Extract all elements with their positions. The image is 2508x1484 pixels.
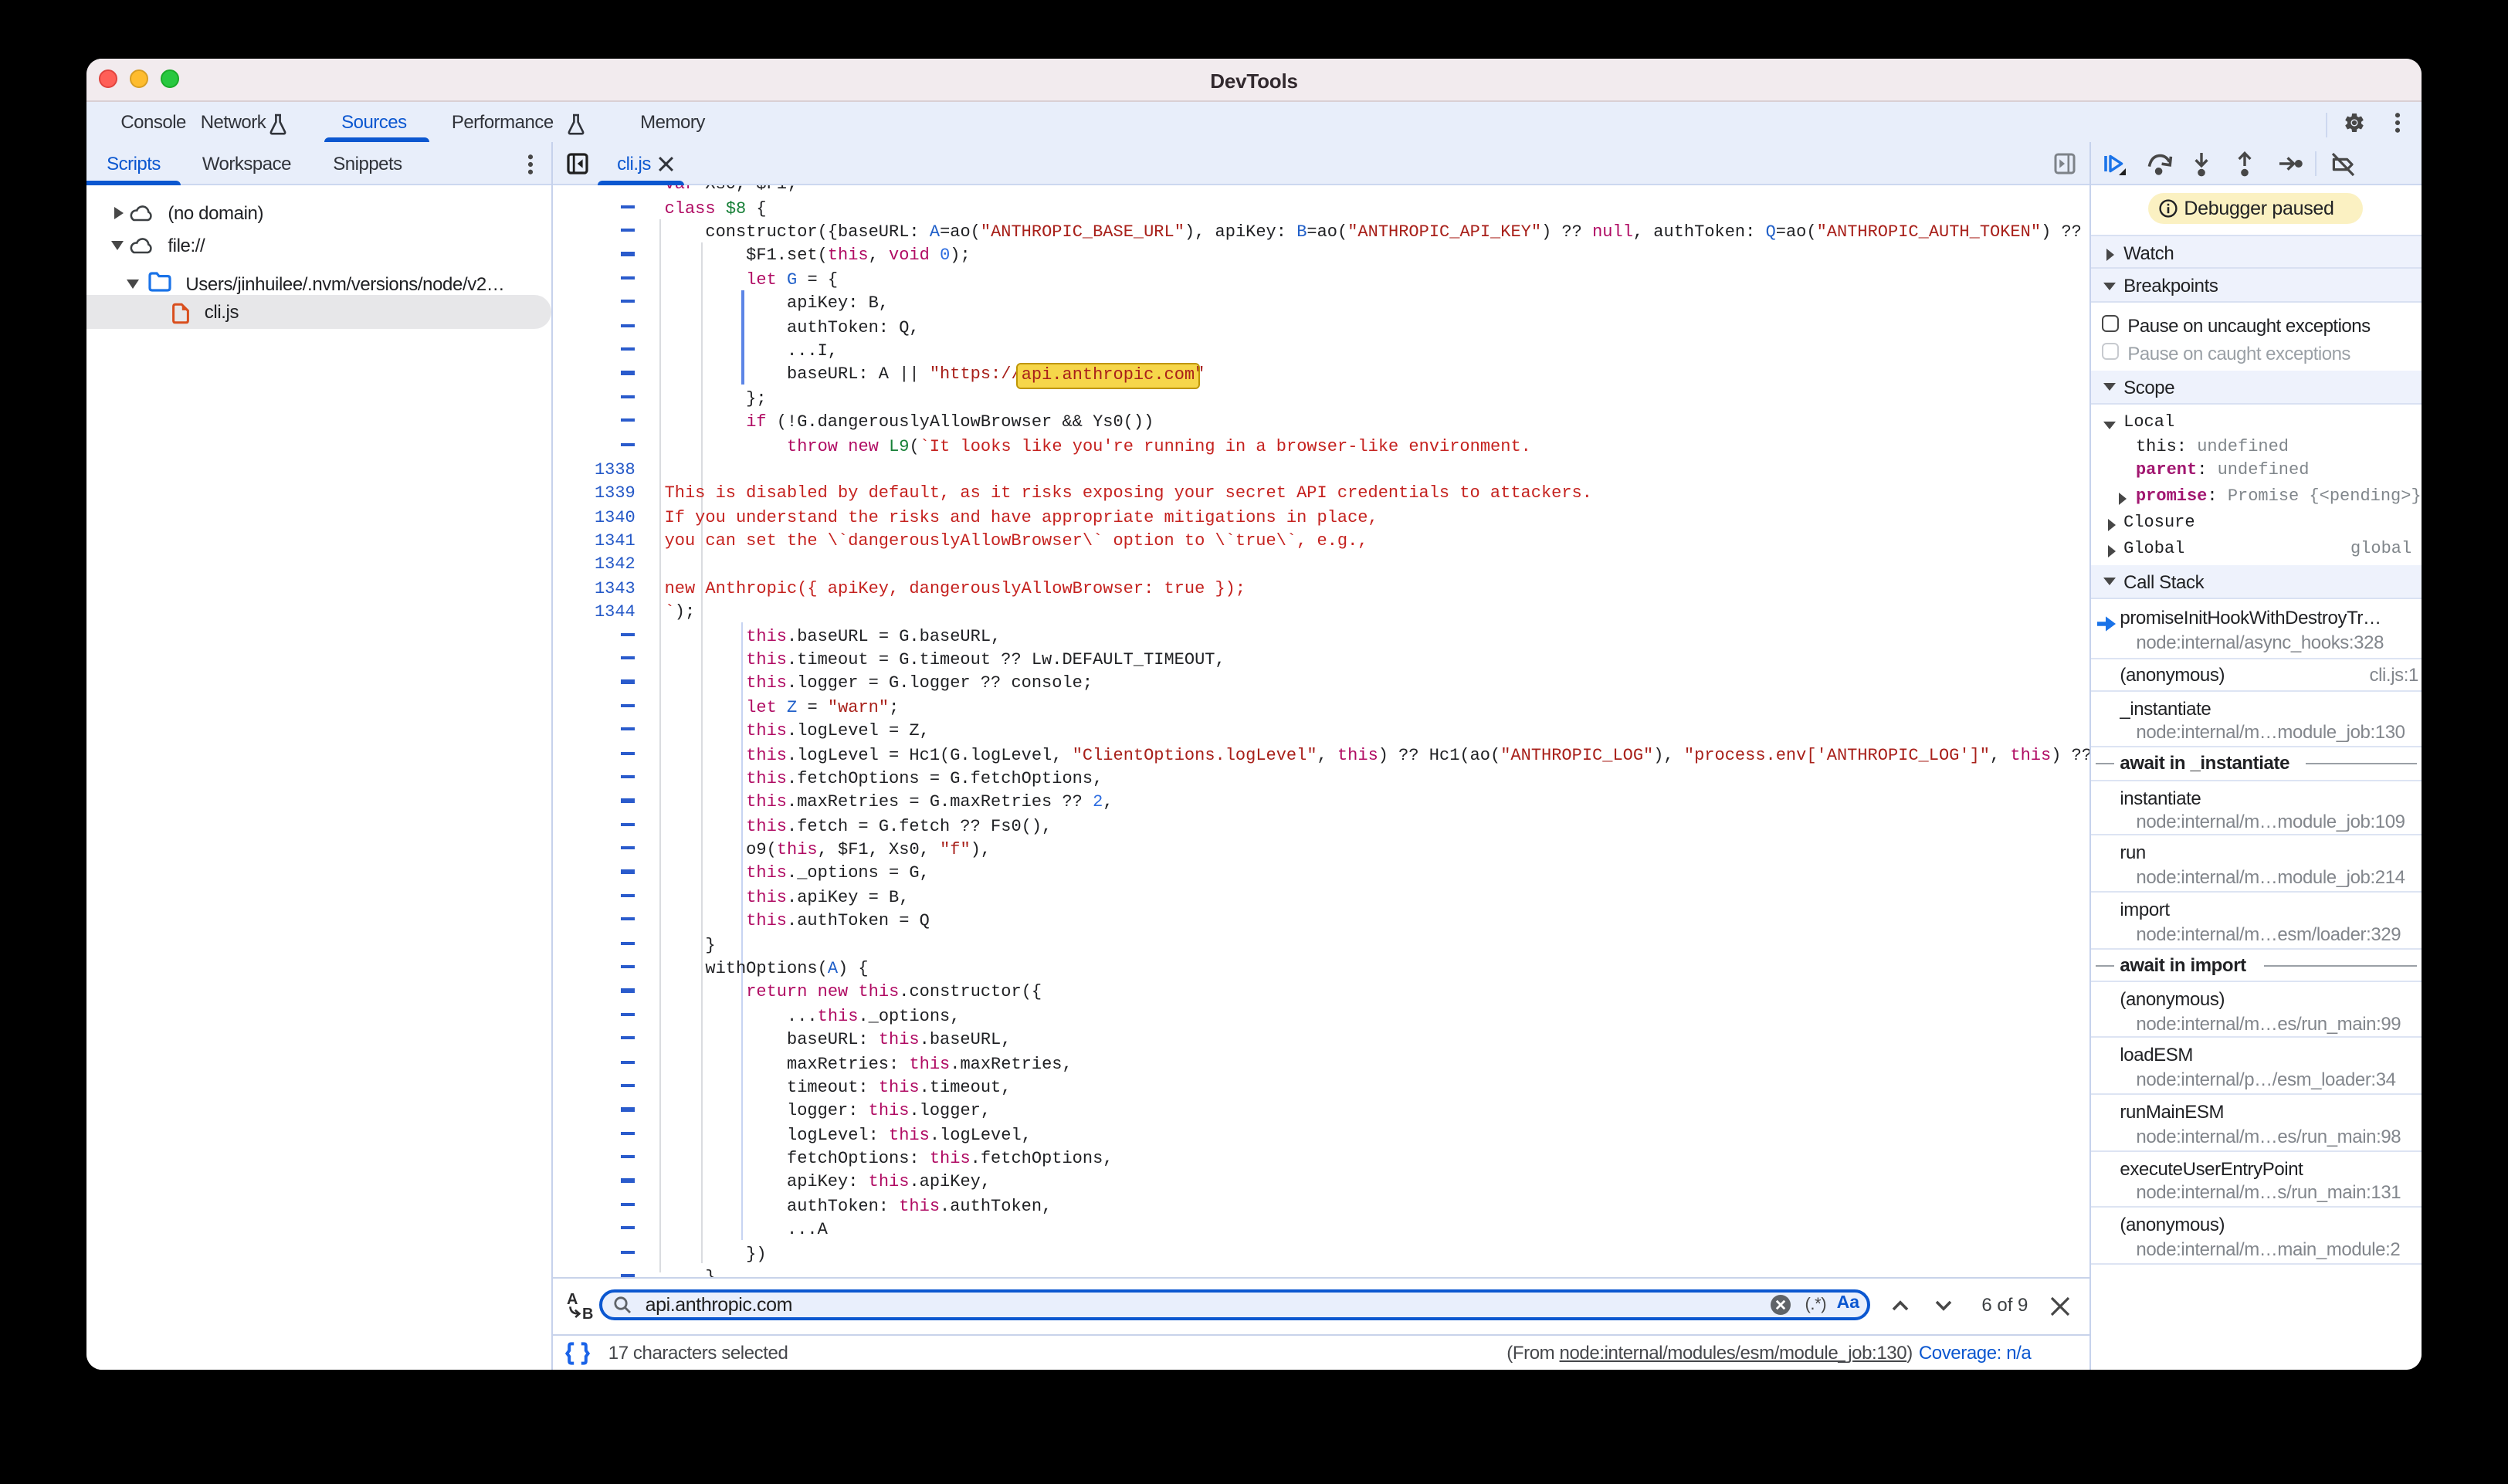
svg-text:A: A — [567, 1290, 578, 1307]
svg-text:B: B — [582, 1305, 593, 1320]
